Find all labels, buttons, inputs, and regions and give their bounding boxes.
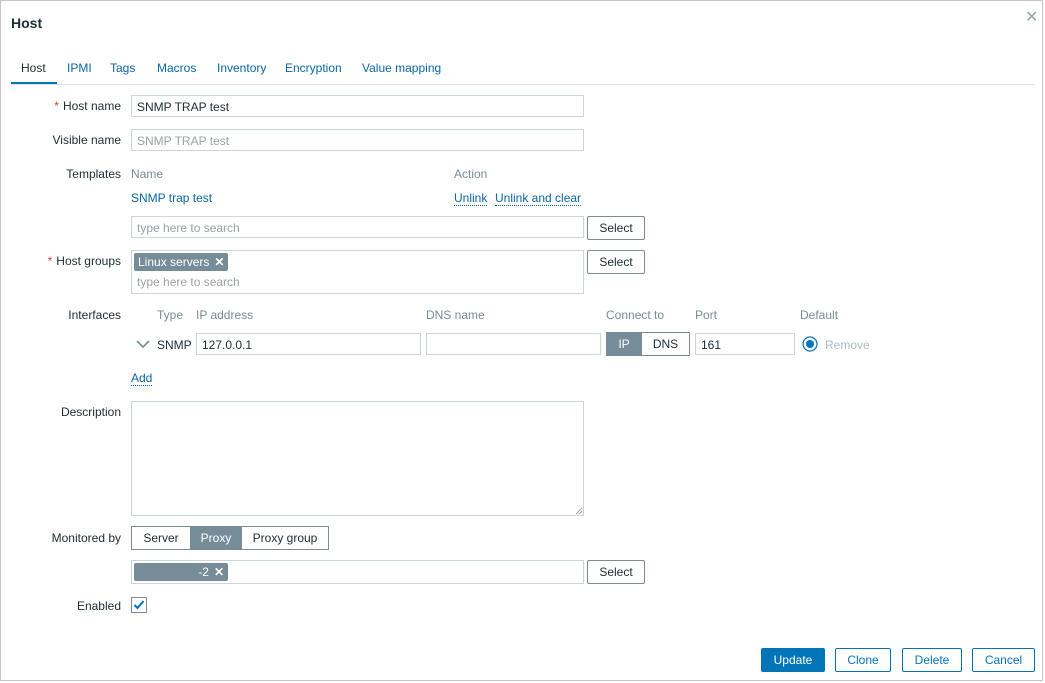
resize-handle-icon[interactable] — [575, 507, 583, 515]
monitored-by-label: Monitored by — [51, 531, 121, 545]
delete-button[interactable]: Delete — [902, 648, 962, 672]
chevron-down-icon[interactable] — [136, 339, 150, 349]
tab-host[interactable]: Host — [21, 61, 46, 75]
interface-type: SNMP — [157, 338, 192, 352]
interface-type-header: Type — [157, 308, 184, 322]
tab-macros[interactable]: Macros — [157, 61, 196, 75]
tab-value-mapping[interactable]: Value mapping — [362, 61, 441, 75]
proxy-chip: -2 ✕ — [134, 563, 228, 581]
monitored-by-proxy[interactable]: Proxy — [190, 526, 242, 550]
interfaces-label: Interfaces — [68, 308, 121, 322]
default-radio-icon[interactable] — [802, 336, 818, 352]
interface-default-header: Default — [800, 308, 839, 322]
active-tab-indicator — [11, 82, 57, 84]
host-group-chip: Linux servers ✕ — [134, 253, 229, 271]
tab-ipmi[interactable]: IPMI — [67, 61, 92, 75]
tab-inventory[interactable]: Inventory — [217, 61, 266, 75]
tab-tags[interactable]: Tags — [110, 61, 135, 75]
clone-button[interactable]: Clone — [835, 648, 891, 672]
templates-label: Templates — [66, 167, 121, 181]
proxy-chip-label: -2 — [198, 565, 209, 579]
host-groups-search-input[interactable]: type here to search — [137, 275, 240, 289]
visible-name-label: Visible name — [52, 133, 121, 147]
close-icon[interactable]: ✕ — [1025, 7, 1038, 27]
remove-chip-icon[interactable]: ✕ — [214, 255, 224, 269]
description-label: Description — [60, 405, 121, 419]
monitored-by-server[interactable]: Server — [131, 526, 191, 550]
host-dialog: Host ✕ Host IPMI Tags Macros Inventory E… — [0, 0, 1043, 681]
unlink-link[interactable]: Unlink — [454, 192, 488, 206]
cancel-button[interactable]: Cancel — [972, 648, 1035, 672]
interface-port-input[interactable]: 161 — [695, 333, 795, 355]
template-link[interactable]: SNMP trap test — [131, 192, 212, 205]
interface-dns-input[interactable] — [426, 333, 601, 355]
proxy-select-button[interactable]: Select — [587, 560, 645, 584]
connect-dns-toggle[interactable]: DNS — [641, 332, 690, 356]
tab-bar: Host IPMI Tags Macros Inventory Encrypti… — [11, 53, 1035, 85]
tab-encryption[interactable]: Encryption — [285, 61, 342, 75]
interface-connect-header: Connect to — [606, 308, 665, 322]
host-name-label: * Host name — [54, 99, 121, 113]
interface-port-header: Port — [695, 308, 718, 322]
interface-dns-header: DNS name — [426, 308, 485, 322]
add-interface-link[interactable]: Add — [131, 372, 153, 386]
remove-proxy-icon[interactable]: ✕ — [214, 565, 224, 579]
description-textarea[interactable] — [131, 401, 584, 516]
unlink-and-clear-link[interactable]: Unlink and clear — [495, 192, 582, 206]
templates-name-header: Name — [131, 167, 164, 181]
host-group-chip-label: Linux servers — [138, 255, 210, 269]
host-name-input[interactable]: SNMP TRAP test — [131, 95, 584, 117]
dialog-title: Host — [11, 15, 43, 31]
enabled-label: Enabled — [76, 599, 121, 613]
templates-action-header: Action — [454, 167, 488, 181]
visible-name-input[interactable]: SNMP TRAP test — [131, 129, 584, 151]
interface-ip-header: IP address — [196, 308, 254, 322]
update-button[interactable]: Update — [761, 648, 825, 672]
host-groups-select-button[interactable]: Select — [587, 250, 645, 274]
connect-ip-toggle[interactable]: IP — [606, 332, 642, 356]
interface-ip-input[interactable]: 127.0.0.1 — [196, 333, 421, 355]
templates-select-button[interactable]: Select — [587, 216, 645, 240]
host-groups-label: * Host groups — [47, 254, 121, 268]
interface-remove-link[interactable]: Remove — [825, 338, 870, 352]
templates-search-input[interactable]: type here to search — [131, 216, 584, 238]
monitored-by-proxy-group[interactable]: Proxy group — [241, 526, 329, 550]
enabled-checkbox[interactable] — [131, 597, 147, 613]
